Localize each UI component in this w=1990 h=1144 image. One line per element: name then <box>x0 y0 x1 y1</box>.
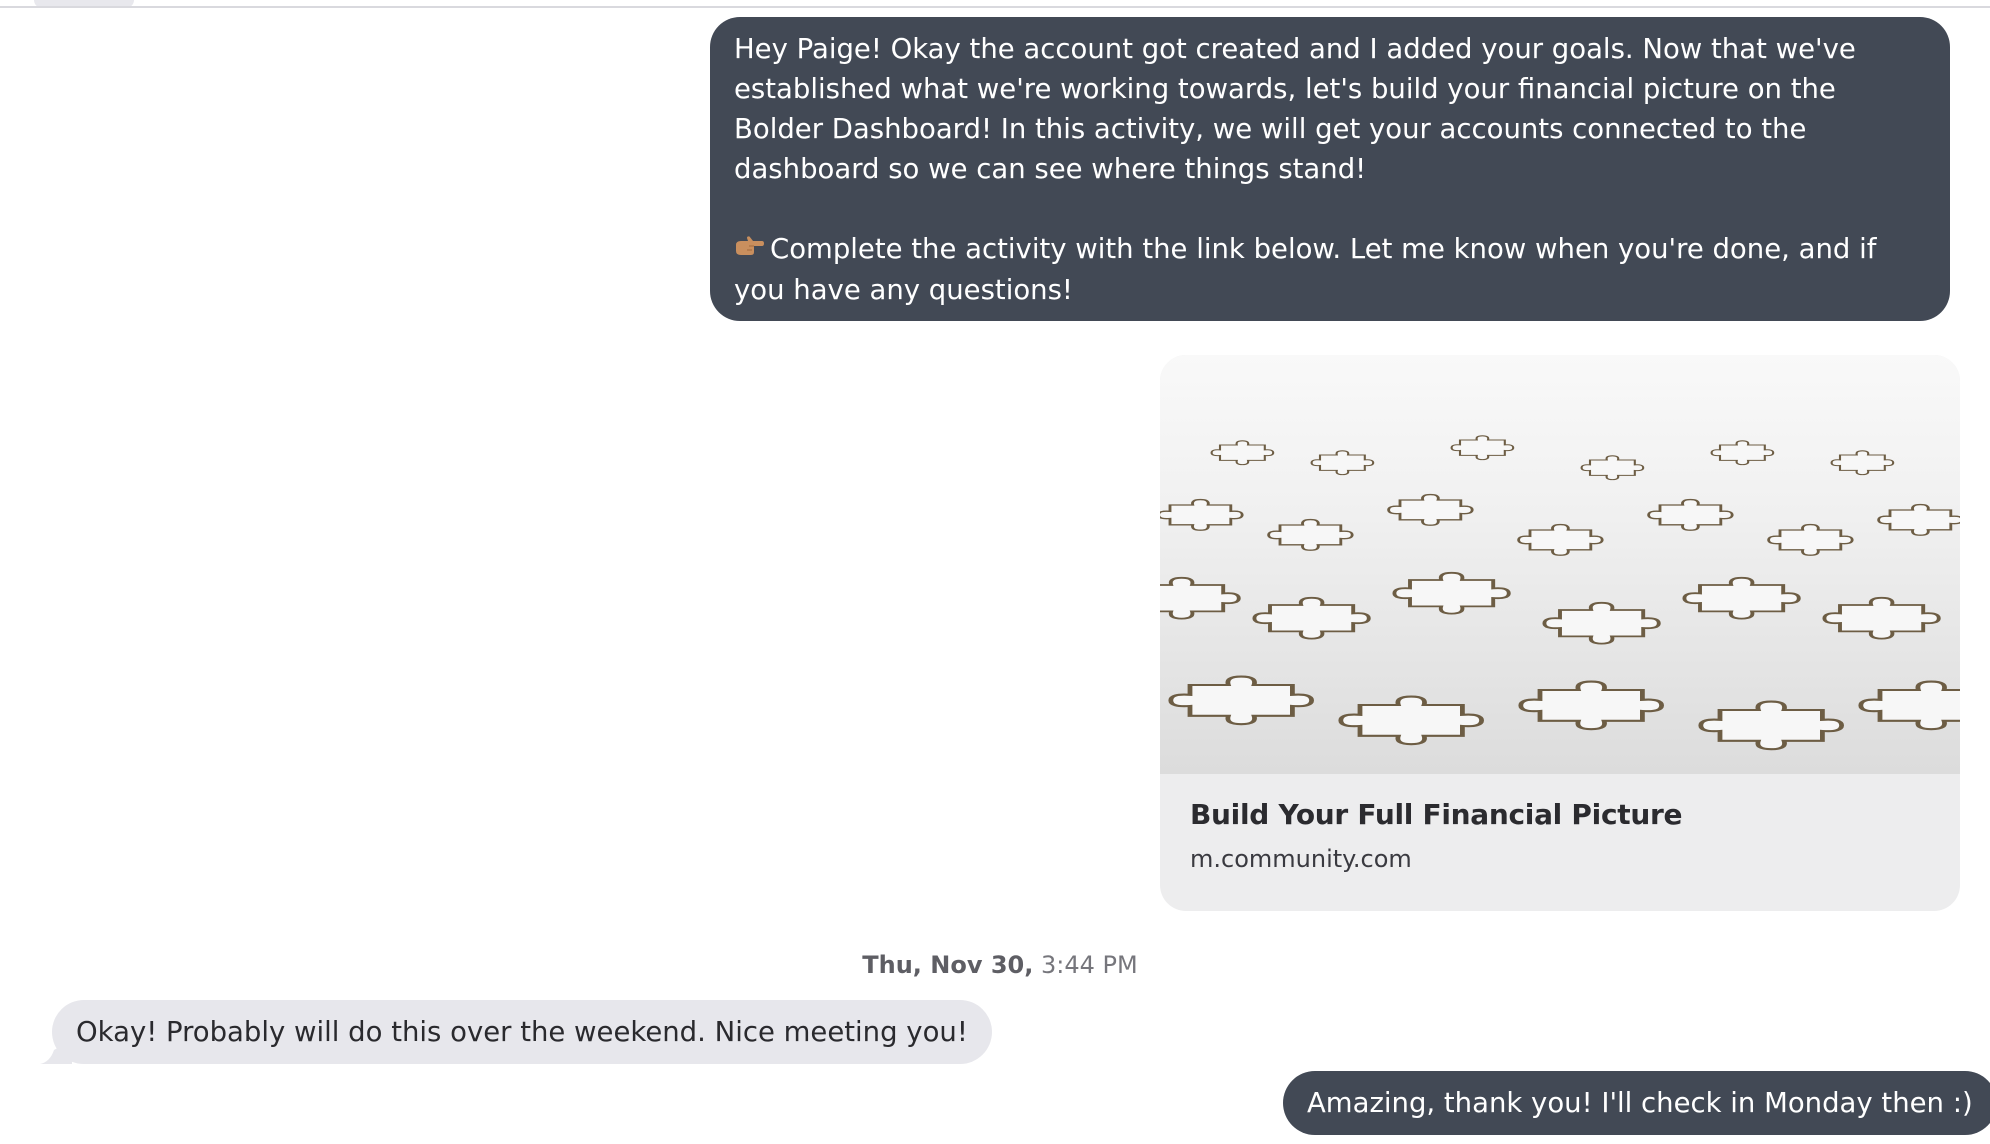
timestamp-time: 3:44 PM <box>1041 951 1138 979</box>
message-thread: Hey Paige! Okay the account got created … <box>0 0 1990 1144</box>
message-text: Complete the activity with the link belo… <box>734 229 1926 310</box>
timestamp-day: Thu, Nov 30, <box>862 951 1034 979</box>
puzzle-pieces-photo <box>1160 355 1960 774</box>
message-timestamp: Thu, Nov 30, 3:44 PM <box>0 951 1990 979</box>
outgoing-message-bubble[interactable]: Hey Paige! Okay the account got created … <box>710 17 1950 321</box>
message-text: Okay! Probably will do this over the wee… <box>76 1016 968 1048</box>
message-text: Amazing, thank you! I'll check in Monday… <box>1307 1087 1973 1119</box>
outgoing-message-bubble[interactable]: Amazing, thank you! I'll check in Monday… <box>1283 1071 1990 1135</box>
link-preview-card[interactable]: Build Your Full Financial Picture m.comm… <box>1160 355 1960 911</box>
thread-top-divider <box>0 6 1990 8</box>
incoming-message-bubble[interactable]: Okay! Probably will do this over the wee… <box>52 1000 992 1064</box>
pointing-hand-icon <box>734 230 764 270</box>
message-text: Hey Paige! Okay the account got created … <box>734 33 1865 185</box>
link-preview-title: Build Your Full Financial Picture <box>1190 798 1683 831</box>
link-preview-domain: m.community.com <box>1190 845 1412 873</box>
message-text-continued: Complete the activity with the link belo… <box>734 233 1886 306</box>
